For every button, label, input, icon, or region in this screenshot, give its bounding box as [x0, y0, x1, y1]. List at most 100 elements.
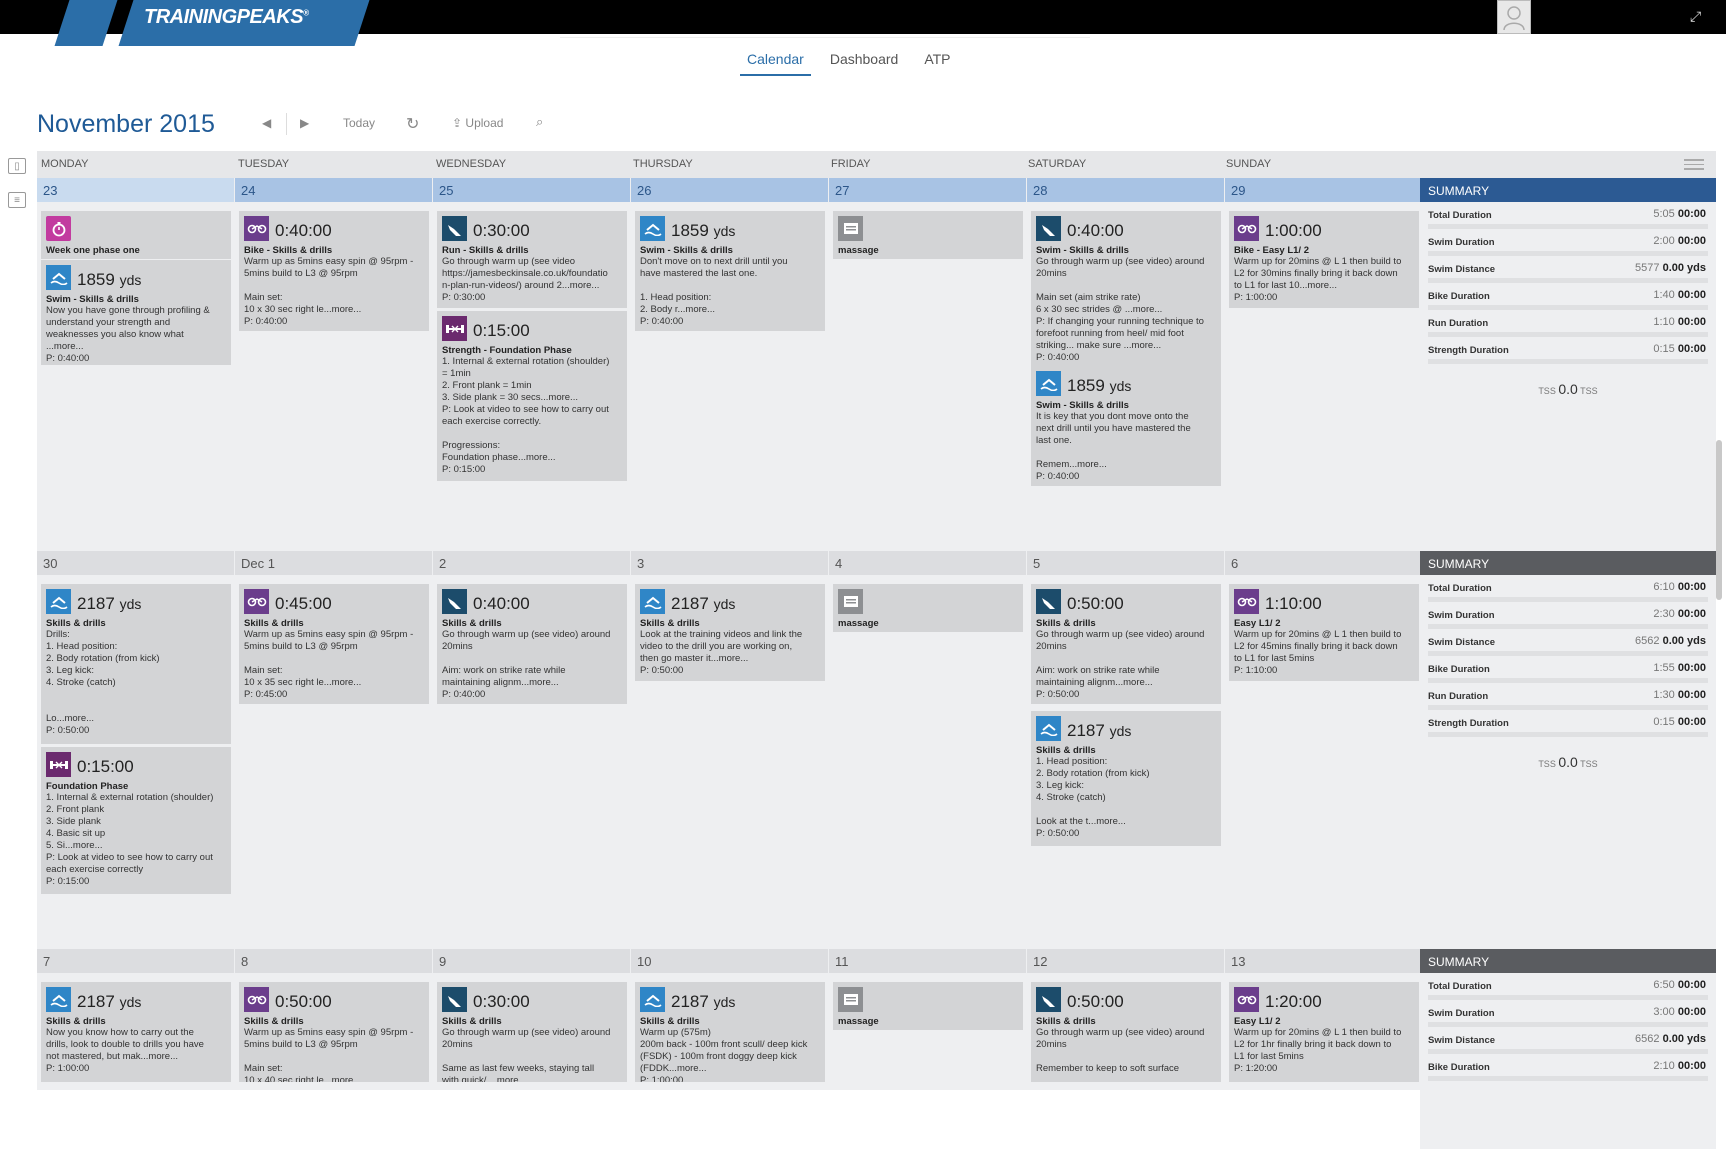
day-number[interactable]: 24 — [235, 178, 432, 202]
summary-completed: 00:00 — [1677, 289, 1706, 301]
workout-card[interactable]: 0:40:00 Bike - Skills & drills Warm up as … — [239, 211, 429, 331]
day-number[interactable]: 3 — [631, 551, 828, 575]
workout-title: Bike - Easy L1/ 2 — [1234, 245, 1309, 256]
day-number[interactable]: 30 — [37, 551, 234, 575]
day-number[interactable]: 28 — [1027, 178, 1224, 202]
day-number[interactable]: 25 — [433, 178, 630, 202]
workout-card[interactable]: 1859 yds Swim - Skills & drills Now you ha… — [41, 260, 231, 365]
workout-card[interactable]: 1859 yds Swim - Skills & drills Don't move… — [635, 211, 825, 331]
summary-value: 2:00 00:00 — [1653, 235, 1706, 247]
menu-icon[interactable] — [1684, 159, 1704, 173]
workout-description: 1. Head position: 2. Body rotation (from… — [1036, 756, 1150, 839]
workout-card-header: 0:40:00 — [1036, 215, 1216, 241]
summary-label: Swim Distance — [1428, 1035, 1496, 1046]
day-number[interactable]: 7 — [37, 949, 234, 973]
workout-metric: 0:50:00 — [1067, 594, 1124, 614]
day-number[interactable]: 29 — [1225, 178, 1422, 202]
workout-metric: 2187 yds — [671, 992, 735, 1012]
search-icon[interactable]: ⌕ — [536, 114, 543, 130]
workout-card[interactable]: 1:00:00 Bike - Easy L1/ 2 Warm up for 20mi… — [1229, 211, 1419, 308]
workout-metric-unit: yds — [1109, 378, 1132, 394]
tab-dashboard[interactable]: Dashboard — [823, 48, 906, 76]
workout-metric-unit: yds — [119, 272, 142, 288]
workout-metric-value: 0:15:00 — [473, 321, 530, 340]
workout-card[interactable]: 2187 yds Skills & drills Warm up (575m) 20… — [635, 982, 825, 1082]
summary-completed: 0.00 yds — [1662, 635, 1706, 647]
next-month-button[interactable]: ▶ — [300, 116, 309, 130]
tab-atp[interactable]: ATP — [917, 48, 957, 76]
workout-card[interactable]: massage — [833, 584, 1023, 632]
day-number[interactable]: 23 — [37, 178, 234, 202]
upload-button[interactable]: ⇪ Upload — [452, 116, 503, 130]
day-number[interactable]: 10 — [631, 949, 828, 973]
weekday-thursday: THURSDAY — [633, 158, 693, 170]
workout-card[interactable]: massage — [833, 211, 1023, 259]
summary-header: SUMMARY — [1420, 949, 1716, 973]
day-number[interactable]: 27 — [829, 178, 1026, 202]
day-number[interactable]: 2 — [433, 551, 630, 575]
app-logo[interactable]: TRAININGPEAKS® — [144, 6, 309, 29]
tab-calendar[interactable]: Calendar — [740, 48, 811, 76]
workout-card[interactable]: 0:50:00 Skills & drills Go through warm up… — [1031, 982, 1221, 1082]
day-number[interactable]: 5 — [1027, 551, 1224, 575]
workout-card[interactable]: 2187 yds Skills & drills 1. Head position:… — [1031, 711, 1221, 846]
day-number[interactable]: 13 — [1225, 949, 1422, 973]
summary-row: Bike Duration 2:10 00:00 — [1428, 1054, 1708, 1081]
day-number[interactable]: 26 — [631, 178, 828, 202]
summary-value: 2:10 00:00 — [1653, 1060, 1706, 1072]
workout-metric: 0:40:00 — [1067, 221, 1124, 241]
refresh-icon[interactable]: ↻ — [406, 114, 419, 134]
workout-card[interactable]: 2187 yds Skills & drills Drills: 1. Head p… — [41, 584, 231, 744]
summary-header: SUMMARY — [1420, 178, 1716, 202]
workout-card[interactable]: 0:40:00 Swim - Skills & drills Go through … — [1031, 211, 1221, 368]
workout-card[interactable]: 2187 yds Skills & drills Look at the train… — [635, 584, 825, 681]
workout-card-header: 0:50:00 — [1036, 588, 1216, 614]
workout-metric: 0:50:00 — [1067, 992, 1124, 1012]
workout-metric-value: 0:45:00 — [275, 594, 332, 613]
workout-description: Go through warm up (see video) around 20… — [1036, 629, 1205, 700]
workout-card-header: 1859 yds — [640, 215, 820, 241]
summary-value: 2:30 00:00 — [1653, 608, 1706, 620]
tss-value: 0.0 — [1558, 754, 1578, 770]
workout-card[interactable]: 0:30:00 Skills & drills Go through warm up… — [437, 982, 627, 1082]
workout-card[interactable]: 0:50:00 Skills & drills Go through warm up… — [1031, 584, 1221, 704]
prev-month-button[interactable]: ◀ — [262, 116, 271, 130]
workout-card[interactable]: 0:45:00 Skills & drills Warm up as 5mins e… — [239, 584, 429, 704]
workout-title: Skills & drills — [640, 1016, 700, 1027]
day-number[interactable]: 11 — [829, 949, 1026, 973]
summary-value: 1:30 00:00 — [1653, 689, 1706, 701]
bike-icon — [1234, 987, 1259, 1012]
workout-card[interactable]: 0:15:00 Strength - Foundation Phase 1. Int… — [437, 311, 627, 481]
workout-card[interactable]: 1:20:00 Easy L1/ 2 Warm up for 20mins @ L … — [1229, 982, 1419, 1082]
workout-metric-value: 0:15:00 — [77, 757, 134, 776]
day-number[interactable]: 8 — [235, 949, 432, 973]
workout-card[interactable]: Week one phase one — [41, 211, 231, 259]
workout-card[interactable]: 0:15:00 Foundation Phase 1. Internal & ext… — [41, 747, 231, 894]
expand-icon[interactable]: ⤢ — [1690, 8, 1701, 25]
workout-card[interactable]: 0:40:00 Skills & drills Go through warm up… — [437, 584, 627, 704]
user-icon — [1503, 6, 1525, 30]
notes-icon[interactable]: ≡ — [8, 192, 26, 208]
library-icon[interactable]: ▯ — [8, 158, 26, 174]
workout-card[interactable]: 1:10:00 Easy L1/ 2 Warm up for 20mins @ L … — [1229, 584, 1419, 681]
user-avatar[interactable] — [1497, 0, 1531, 34]
workout-card[interactable]: 2187 yds Skills & drills Now you know how … — [41, 982, 231, 1082]
workout-card[interactable]: 0:30:00 Run - Skills & drills Go through w… — [437, 211, 627, 308]
day-number[interactable]: 9 — [433, 949, 630, 973]
workout-card[interactable]: massage — [833, 982, 1023, 1030]
workout-card[interactable]: 1859 yds Swim - Skills & drills It is key … — [1031, 366, 1221, 486]
day-number[interactable]: 4 — [829, 551, 1026, 575]
scrollbar[interactable] — [1716, 440, 1722, 600]
workout-title: Swim - Skills & drills — [640, 245, 733, 256]
workout-title: Week one phase one — [46, 245, 140, 256]
day-number[interactable]: 6 — [1225, 551, 1422, 575]
workout-description: Don't move on to next drill until you ha… — [640, 256, 788, 327]
workout-card[interactable]: 0:50:00 Skills & drills Warm up as 5mins e… — [239, 982, 429, 1082]
tss-label: TSS — [1538, 759, 1556, 769]
day-number[interactable]: Dec 1 — [235, 551, 432, 575]
summary-completed: 00:00 — [1677, 662, 1706, 674]
summary-value: 1:40 00:00 — [1653, 289, 1706, 301]
today-button[interactable]: Today — [343, 116, 375, 130]
run-icon — [442, 987, 467, 1012]
day-number[interactable]: 12 — [1027, 949, 1224, 973]
